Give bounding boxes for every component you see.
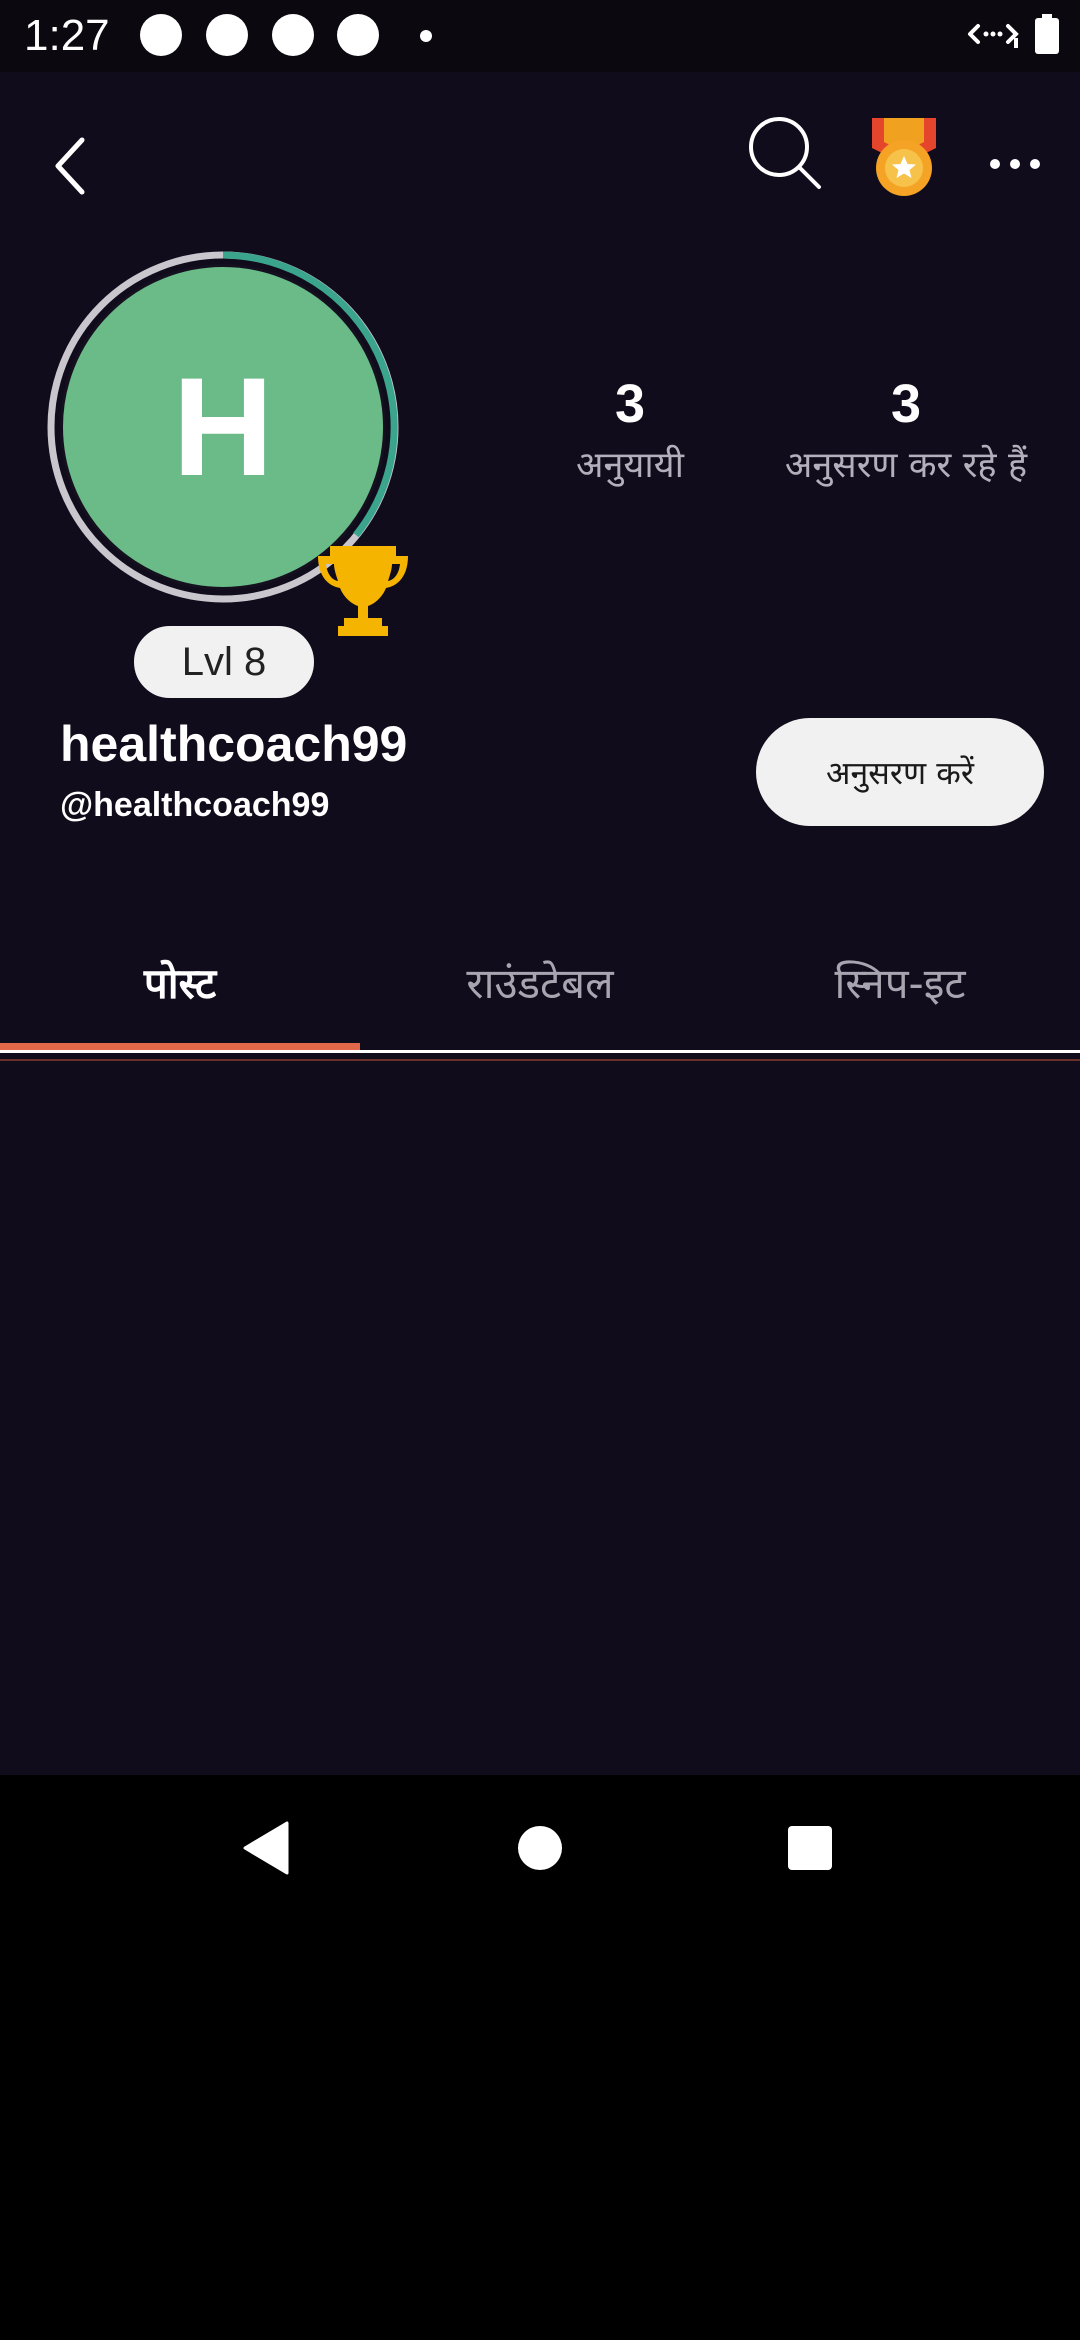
followers-count: 3: [614, 374, 646, 434]
badge-button[interactable]: [868, 116, 940, 200]
wifi-data-icon: [966, 16, 1020, 56]
level-badge: Lvl 8: [130, 622, 318, 702]
tab-divider-shadow: [0, 1059, 1080, 1061]
more-options-icon: [990, 159, 1040, 169]
notification-dot-icon: [140, 14, 182, 56]
battery-icon: [1034, 14, 1060, 58]
posts-content-area: [0, 1064, 1080, 1775]
notification-dot-icon: [272, 14, 314, 56]
status-time: 1:27: [24, 11, 110, 60]
system-nav-bar: [0, 1775, 1080, 1920]
status-bar: 1:27: [0, 0, 1080, 72]
following-label: अनुसरण कर रहे हैं: [784, 445, 1028, 486]
followers-stat[interactable]: 3 अनुयायी: [560, 372, 700, 496]
follow-button[interactable]: अनुसरण करें: [756, 718, 1044, 826]
back-triangle-icon: [243, 1821, 289, 1874]
recents-square-icon: [788, 1825, 832, 1870]
nav-recents-button[interactable]: [750, 1775, 870, 1920]
notification-dot-icon: [206, 14, 248, 56]
nav-back-button[interactable]: [206, 1775, 326, 1920]
profile-screen: H Lvl 8 3 अनुयायी 3 अनुसरण कर रहे हैं he…: [0, 72, 1080, 1775]
status-icons: [966, 12, 1060, 60]
display-name: healthcoach99: [60, 716, 408, 772]
followers-label: अनुयायी: [576, 445, 684, 486]
user-handle: @healthcoach99: [60, 786, 330, 824]
avatar-initial: H: [172, 348, 274, 505]
following-stat[interactable]: 3 अनुसरण कर रहे हैं: [758, 372, 1054, 496]
small-dot-icon: [420, 30, 432, 42]
back-button[interactable]: [30, 118, 110, 214]
following-count: 3: [890, 374, 922, 434]
tab-posts[interactable]: पोस्ट: [0, 912, 360, 1052]
medal-icon: [872, 118, 936, 196]
search-icon: [749, 117, 821, 189]
trophy-icon: [316, 542, 410, 642]
tab-snip-it[interactable]: स्निप-इट: [720, 912, 1080, 1052]
tab-roundtable[interactable]: राउंडटेबल: [360, 912, 720, 1052]
more-options-button[interactable]: [980, 144, 1050, 184]
home-circle-icon: [518, 1825, 562, 1870]
screen: 1:27 H Lvl 8 3 अनुयायी 3 अनुसरण कर रहे ह…: [0, 0, 1080, 2340]
nav-home-button[interactable]: [480, 1775, 600, 1920]
profile-tabs: पोस्ट राउंडटेबल स्निप-इट: [0, 912, 1080, 1060]
back-arrow-icon: [55, 137, 85, 195]
search-button[interactable]: [744, 112, 826, 194]
notification-dot-icon: [337, 14, 379, 56]
tab-divider: [0, 1050, 1080, 1053]
bottom-area: [0, 1920, 1080, 2340]
